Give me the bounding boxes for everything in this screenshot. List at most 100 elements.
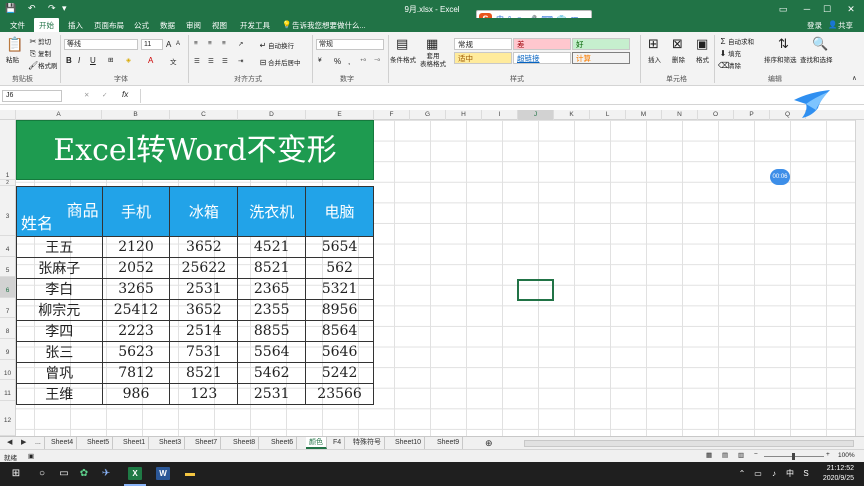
name-cell[interactable]: 王五 <box>16 236 103 258</box>
row-header[interactable]: 10 <box>0 360 15 381</box>
tab-home[interactable]: 开始 <box>34 18 59 32</box>
align-left-icon[interactable]: ☰ <box>194 57 200 65</box>
scroll-tabs-right-icon[interactable]: ▶ <box>18 437 29 449</box>
grow-font-button[interactable]: A <box>166 40 171 49</box>
column-header-active[interactable]: J <box>518 110 554 120</box>
column-header[interactable]: C <box>170 110 238 120</box>
bold-button[interactable]: B <box>66 56 72 65</box>
comma-button[interactable]: , <box>348 57 350 66</box>
page-layout-view-icon[interactable]: ▤ <box>722 451 728 459</box>
row-header[interactable]: 8 <box>0 318 15 339</box>
format-cells-icon[interactable]: ▣ <box>696 36 708 52</box>
column-header[interactable]: G <box>410 110 446 120</box>
value-cell[interactable]: 2365 <box>237 278 307 300</box>
value-cell[interactable]: 8521 <box>169 362 239 384</box>
name-box[interactable]: J6 <box>2 90 62 102</box>
tab-view[interactable]: 视图 <box>212 20 227 31</box>
normal-view-icon[interactable]: ▦ <box>706 451 712 459</box>
tab-insert[interactable]: 插入 <box>68 20 83 31</box>
diagonal-header-cell[interactable]: 商品 姓名 <box>16 186 103 237</box>
insert-function-button[interactable]: fx <box>122 90 128 99</box>
orientation-icon[interactable]: ↗ <box>238 40 243 48</box>
value-cell[interactable]: 3652 <box>169 299 239 321</box>
value-cell[interactable]: 2531 <box>169 278 239 300</box>
format-table-icon[interactable]: ▦ <box>426 36 438 52</box>
value-cell[interactable]: 5654 <box>305 236 374 258</box>
conditional-format-button[interactable]: 条件格式 <box>390 54 416 64</box>
zoom-slider-thumb[interactable] <box>792 453 795 460</box>
tray-ime-icon[interactable]: S <box>798 466 814 482</box>
app-bird-icon[interactable]: ✈ <box>98 466 114 482</box>
value-cell[interactable]: 2120 <box>101 236 171 258</box>
sheet-tab[interactable]: 特殊符号 <box>350 437 385 449</box>
share-icon[interactable]: 👤 <box>828 20 837 29</box>
macro-record-icon[interactable]: ▣ <box>28 452 34 460</box>
value-cell[interactable]: 25622 <box>169 257 239 279</box>
value-cell[interactable]: 2355 <box>237 299 307 321</box>
indent-icon[interactable]: ⇥ <box>238 57 243 65</box>
format-table-button[interactable]: 套用 表格格式 <box>420 53 446 69</box>
shrink-font-button[interactable]: A <box>176 41 180 47</box>
maximize-icon[interactable]: ☐ <box>818 2 836 16</box>
row-header[interactable]: 11 <box>0 380 15 401</box>
wrap-text-button[interactable]: ↵ 自动换行 <box>258 40 294 50</box>
tray-display-icon[interactable]: ▭ <box>750 466 766 482</box>
row-header[interactable]: 1 <box>0 120 15 180</box>
tell-me-icon[interactable]: 💡 <box>282 20 291 29</box>
sort-filter-icon[interactable]: ⇅ <box>778 36 789 52</box>
column-header[interactable]: D <box>238 110 306 120</box>
value-cell[interactable]: 2514 <box>169 320 239 342</box>
fill-color-icon[interactable]: ◈ <box>126 56 131 64</box>
tab-page-layout[interactable]: 页面布局 <box>94 20 124 31</box>
value-cell[interactable]: 5623 <box>101 341 171 363</box>
formula-input[interactable] <box>140 89 860 103</box>
login-link[interactable]: 登录 <box>807 20 822 31</box>
sheet-tab[interactable]: Sheet8 <box>230 437 260 449</box>
column-header[interactable]: A <box>16 110 102 120</box>
value-cell[interactable]: 8855 <box>237 320 307 342</box>
value-cell[interactable]: 4521 <box>237 236 307 258</box>
tab-developer[interactable]: 开发工具 <box>240 20 270 31</box>
column-header[interactable]: H <box>446 110 482 120</box>
sort-filter-button[interactable]: 排序和筛选 <box>764 54 797 64</box>
sheet-tab[interactable]: Sheet3 <box>156 437 186 449</box>
value-cell[interactable]: 562 <box>305 257 374 279</box>
phonetic-icon[interactable]: 文 <box>170 56 177 66</box>
value-cell[interactable]: 123 <box>169 383 239 405</box>
collapse-ribbon-icon[interactable]: ∧ <box>852 74 857 82</box>
column-header[interactable]: N <box>662 110 698 120</box>
value-cell[interactable]: 2052 <box>101 257 171 279</box>
decrease-decimal-icon[interactable]: ⁻⁰ <box>374 57 380 65</box>
tray-ime-indicator[interactable]: 中 <box>782 466 798 482</box>
conditional-format-icon[interactable]: ▤ <box>396 36 408 52</box>
tab-file[interactable]: 文件 <box>10 20 25 31</box>
zoom-in-icon[interactable]: + <box>826 451 830 458</box>
header-cell[interactable]: 洗衣机 <box>237 186 307 237</box>
value-cell[interactable]: 8956 <box>305 299 374 321</box>
underline-button[interactable]: U <box>90 56 96 65</box>
value-cell[interactable]: 5321 <box>305 278 374 300</box>
column-header[interactable]: L <box>590 110 626 120</box>
name-cell[interactable]: 王维 <box>16 383 103 405</box>
font-color-icon[interactable]: A <box>148 56 153 65</box>
tab-more[interactable]: ... <box>32 437 45 449</box>
row-header[interactable]: 7 <box>0 298 15 319</box>
align-middle-icon[interactable]: ≡ <box>208 40 212 47</box>
tab-data[interactable]: 数据 <box>160 20 175 31</box>
name-cell[interactable]: 李四 <box>16 320 103 342</box>
sheet-tab[interactable]: Sheet9 <box>434 437 464 449</box>
select-all-corner[interactable] <box>0 110 16 120</box>
search-icon[interactable]: ○ <box>34 466 50 482</box>
zoom-out-icon[interactable]: − <box>754 451 758 458</box>
insert-cells-icon[interactable]: ⊞ <box>648 36 659 52</box>
value-cell[interactable]: 5564 <box>237 341 307 363</box>
currency-icon[interactable]: ¥ <box>318 57 322 64</box>
value-cell[interactable]: 3652 <box>169 236 239 258</box>
name-cell[interactable]: 张三 <box>16 341 103 363</box>
name-cell[interactable]: 李白 <box>16 278 103 300</box>
row-header[interactable]: 4 <box>0 236 15 257</box>
value-cell[interactable]: 23566 <box>305 383 374 405</box>
tell-me-input[interactable]: 告诉我您想要做什么... <box>292 20 366 31</box>
cancel-entry-icon[interactable]: ✕ <box>84 91 89 99</box>
border-icon[interactable]: ⊞ <box>108 56 113 64</box>
